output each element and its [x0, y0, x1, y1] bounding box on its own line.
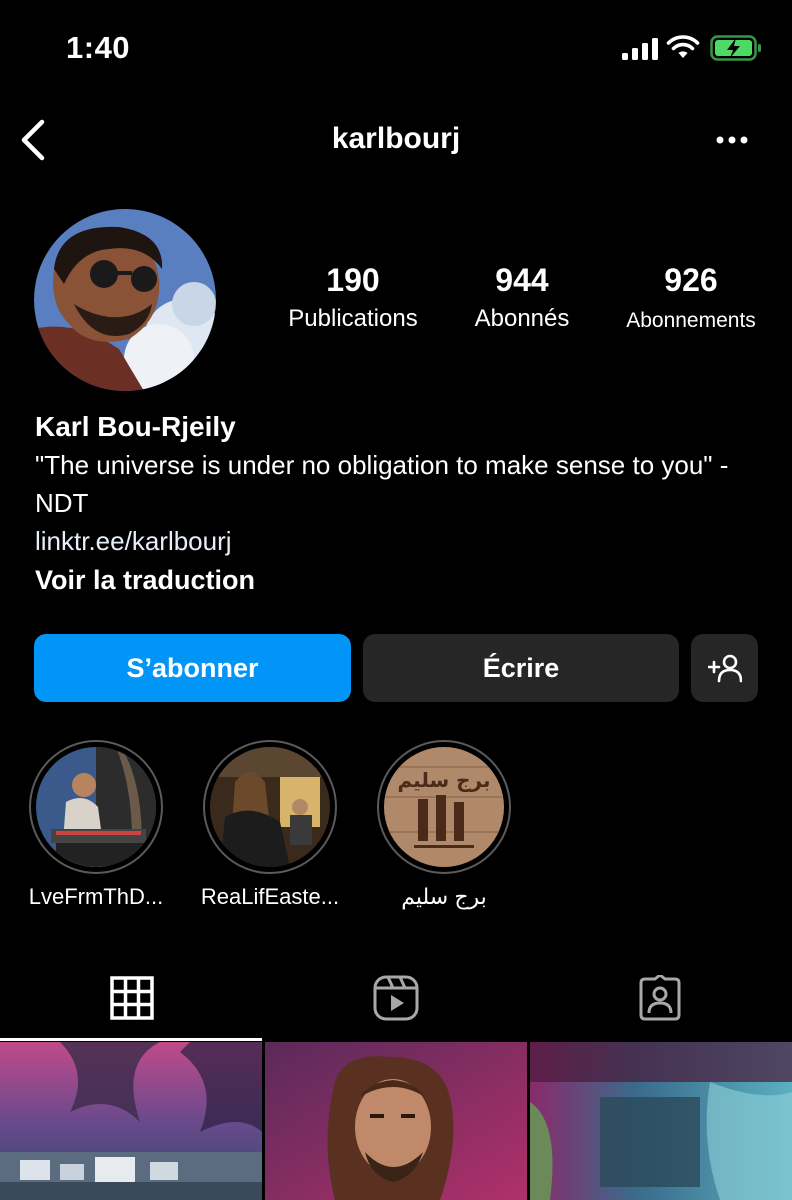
followers-stat[interactable]: 944 Abonnés [437, 262, 607, 333]
more-options-icon[interactable] [712, 128, 752, 152]
tab-reels[interactable] [264, 955, 528, 1041]
highlight-cover [36, 747, 156, 867]
following-stat[interactable]: 926 Abonnements [606, 262, 776, 333]
following-label: Abonnements [626, 309, 756, 332]
follow-button[interactable]: S’abonner [34, 634, 351, 702]
profile-full-name: Karl Bou-Rjeily [35, 411, 236, 442]
followers-count: 944 [495, 262, 549, 298]
cellular-signal-icon [622, 38, 658, 60]
following-count: 926 [664, 262, 718, 298]
posts-stat: 190 Publications [268, 262, 438, 333]
status-time: 1:40 [66, 30, 131, 65]
see-translation-link[interactable]: Voir la traduction [35, 560, 755, 600]
highlight-cover-text: برج سليم [397, 768, 490, 792]
profile-bio: Karl Bou-Rjeily "The universe is under n… [35, 408, 755, 600]
suggested-accounts-button[interactable] [691, 634, 758, 702]
highlight-ring: برج سليم [377, 740, 511, 874]
profile-username-title: karlbourj [331, 122, 461, 155]
active-tab-indicator [0, 1038, 262, 1041]
profile-avatar[interactable] [34, 209, 216, 391]
profile-content-tabs [0, 955, 792, 1041]
wifi-icon [666, 35, 700, 58]
highlight-cover [210, 747, 330, 867]
battery-charging-icon [710, 35, 761, 61]
bio-quote: "The universe is under no obligation to … [35, 450, 729, 518]
story-highlight[interactable]: LveFrmThD... [16, 740, 176, 910]
post-grid [0, 1042, 792, 1200]
post-thumbnail[interactable] [0, 1042, 262, 1200]
story-highlight[interactable]: برج سليم برج سليم [364, 740, 524, 910]
posts-count: 190 [326, 262, 380, 298]
post-thumbnail[interactable] [265, 1042, 527, 1200]
posts-label: Publications [288, 305, 418, 332]
reels-icon [373, 975, 419, 1021]
highlight-ring [29, 740, 163, 874]
tagged-icon [639, 975, 681, 1021]
tab-posts-grid[interactable] [0, 955, 264, 1041]
highlight-cover: برج سليم [384, 747, 504, 867]
add-person-icon [707, 654, 742, 683]
tab-tagged[interactable] [528, 955, 792, 1041]
avatar-illustration [34, 209, 216, 391]
highlight-label: LveFrmThD... [28, 884, 164, 909]
story-highlight[interactable]: ReaLifEaste... [190, 740, 350, 910]
message-button[interactable]: Écrire [363, 634, 679, 702]
post-thumbnail[interactable] [530, 1042, 792, 1200]
highlight-label: برج سليم [401, 884, 487, 909]
bio-link[interactable]: linktr.ee/karlbourj [35, 522, 755, 560]
highlight-label: ReaLifEaste... [200, 884, 340, 909]
highlight-ring [203, 740, 337, 874]
followers-label: Abonnés [474, 305, 570, 332]
profile-nav-header: karlbourj [0, 100, 792, 180]
grid-icon [110, 976, 154, 1020]
status-bar: 1:40 [0, 0, 792, 96]
